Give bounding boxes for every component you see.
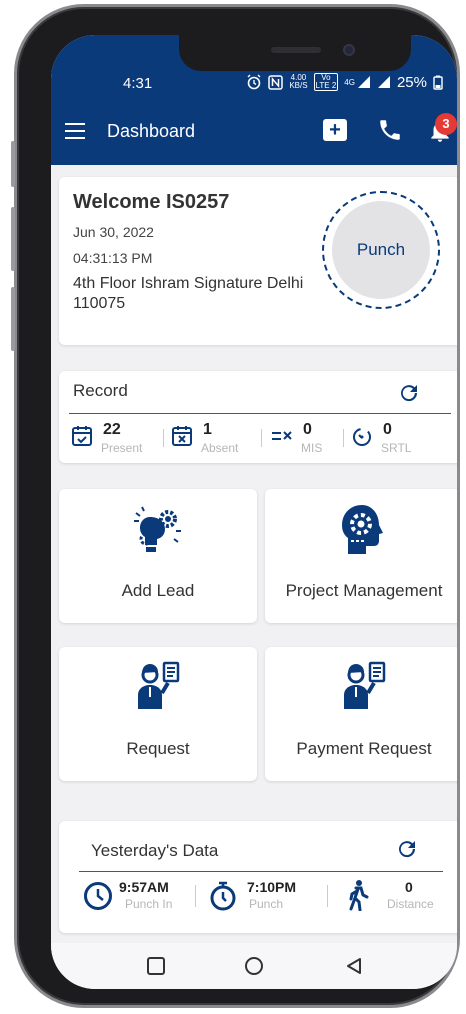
stat-srtl[interactable]: 0 SRTL xyxy=(351,421,441,455)
tile-project-management[interactable]: Project Management xyxy=(265,489,457,623)
divider xyxy=(69,413,451,414)
side-button xyxy=(11,207,15,271)
welcome-address: 4th Floor Ishram Signature Delhi 110075 xyxy=(73,275,304,312)
stat-label: Punch xyxy=(249,897,284,911)
stat-absent[interactable]: 1 Absent xyxy=(171,421,261,455)
stat-label: Present xyxy=(101,441,143,455)
status-icons: 4.00 KB/S Vo LTE 2 4G 25% xyxy=(246,73,443,91)
punch-button[interactable]: Punch xyxy=(332,201,430,299)
separator xyxy=(195,885,196,907)
menu-icon[interactable] xyxy=(65,123,85,139)
stat-label: Distance xyxy=(387,897,434,911)
phone-screen: 4:31 4.00 KB/S Vo LTE 2 4G 25% Dashboard… xyxy=(51,35,457,989)
timer-icon xyxy=(353,428,371,446)
stat-distance: 0 Distance xyxy=(347,879,457,919)
phone-icon[interactable] xyxy=(377,117,403,143)
tile-label: Project Management xyxy=(285,581,443,600)
back-icon[interactable] xyxy=(343,955,365,977)
stat-label: Absent xyxy=(201,441,239,455)
separator xyxy=(343,429,344,447)
stat-value: 1 xyxy=(203,421,212,438)
welcome-time: 04:31:13 PM xyxy=(73,250,153,266)
notification-badge: 3 xyxy=(435,113,457,135)
status-time: 4:31 xyxy=(123,75,153,92)
home-icon[interactable] xyxy=(243,955,265,977)
welcome-title: Welcome IS0257 xyxy=(73,191,230,213)
recents-icon[interactable] xyxy=(145,955,167,977)
volte-bottom: LTE 2 xyxy=(315,81,337,90)
signal-icon xyxy=(357,76,370,88)
punch-ring: Punch xyxy=(322,191,440,309)
nfc-icon xyxy=(268,74,284,90)
battery-percent: 25% xyxy=(396,73,427,91)
volte-indicator: Vo LTE 2 xyxy=(313,73,339,91)
stat-value: 22 xyxy=(103,421,121,438)
separator xyxy=(327,885,328,907)
walking-person-icon xyxy=(349,880,369,911)
person-checklist-icon xyxy=(138,661,180,709)
stat-punch-out: 7:10PM Punch xyxy=(209,879,319,919)
separator xyxy=(261,429,262,447)
stat-mis[interactable]: 0 MIS xyxy=(271,421,351,455)
divider xyxy=(79,871,443,872)
network-speed: 4.00 KB/S xyxy=(289,74,307,90)
tile-label: Add Lead xyxy=(121,581,195,600)
yesterday-title: Yesterday's Data xyxy=(91,841,219,860)
page-title: Dashboard xyxy=(107,121,196,141)
tile-add-lead[interactable]: Add Lead xyxy=(59,489,257,623)
tile-request[interactable]: Request xyxy=(59,647,257,781)
head-gear-icon xyxy=(342,505,383,554)
calendar-x-icon xyxy=(172,426,192,446)
alarm-icon xyxy=(247,74,261,90)
stat-label: Punch In xyxy=(125,897,173,911)
speaker xyxy=(271,47,321,53)
stat-value: 0 xyxy=(383,421,392,438)
navigation-bar xyxy=(51,943,457,989)
separator xyxy=(163,429,164,447)
record-title: Record xyxy=(73,381,128,400)
person-checklist-icon xyxy=(344,661,386,709)
notch xyxy=(179,35,411,71)
speed-unit: KB/S xyxy=(289,81,308,90)
network-type: 4G xyxy=(344,77,355,87)
side-button xyxy=(11,287,15,351)
calendar-check-icon xyxy=(72,426,92,446)
stat-label: MIS xyxy=(301,441,323,455)
yesterday-card: Yesterday's Data 9:57AM Punch In 7:10PM … xyxy=(59,821,457,933)
stat-label: SRTL xyxy=(381,441,412,455)
list-cross-icon xyxy=(272,431,292,440)
refresh-icon[interactable] xyxy=(395,837,419,861)
stat-value: 0 xyxy=(405,879,413,895)
app-bar: Dashboard + xyxy=(51,99,457,165)
refresh-icon[interactable] xyxy=(397,381,421,405)
battery-icon xyxy=(433,75,443,90)
welcome-date: Jun 30, 2022 xyxy=(73,224,154,240)
tile-label: Payment Request xyxy=(296,739,432,758)
clock-icon xyxy=(84,882,112,910)
welcome-card: Welcome IS0257 Jun 30, 2022 04:31:13 PM … xyxy=(59,177,457,345)
stat-value: 0 xyxy=(303,421,312,438)
add-icon[interactable]: + xyxy=(323,119,347,141)
record-card: Record 22 Present 1 Absent 0 MIS 0 SRTL xyxy=(59,371,457,463)
stat-value: 9:57AM xyxy=(119,879,169,895)
brain-gear-icon xyxy=(134,506,181,552)
stat-present[interactable]: 22 Present xyxy=(71,421,161,455)
front-camera xyxy=(343,44,355,56)
stopwatch-icon xyxy=(210,881,236,911)
tile-label: Request xyxy=(126,739,190,758)
stat-value: 7:10PM xyxy=(247,879,297,895)
signal-icon xyxy=(377,76,390,88)
stat-punch-in: 9:57AM Punch In xyxy=(83,879,193,919)
tile-payment-request[interactable]: Payment Request xyxy=(265,647,457,781)
phone-frame: 4:31 4.00 KB/S Vo LTE 2 4G 25% Dashboard… xyxy=(11,4,460,1008)
side-button xyxy=(11,141,15,187)
